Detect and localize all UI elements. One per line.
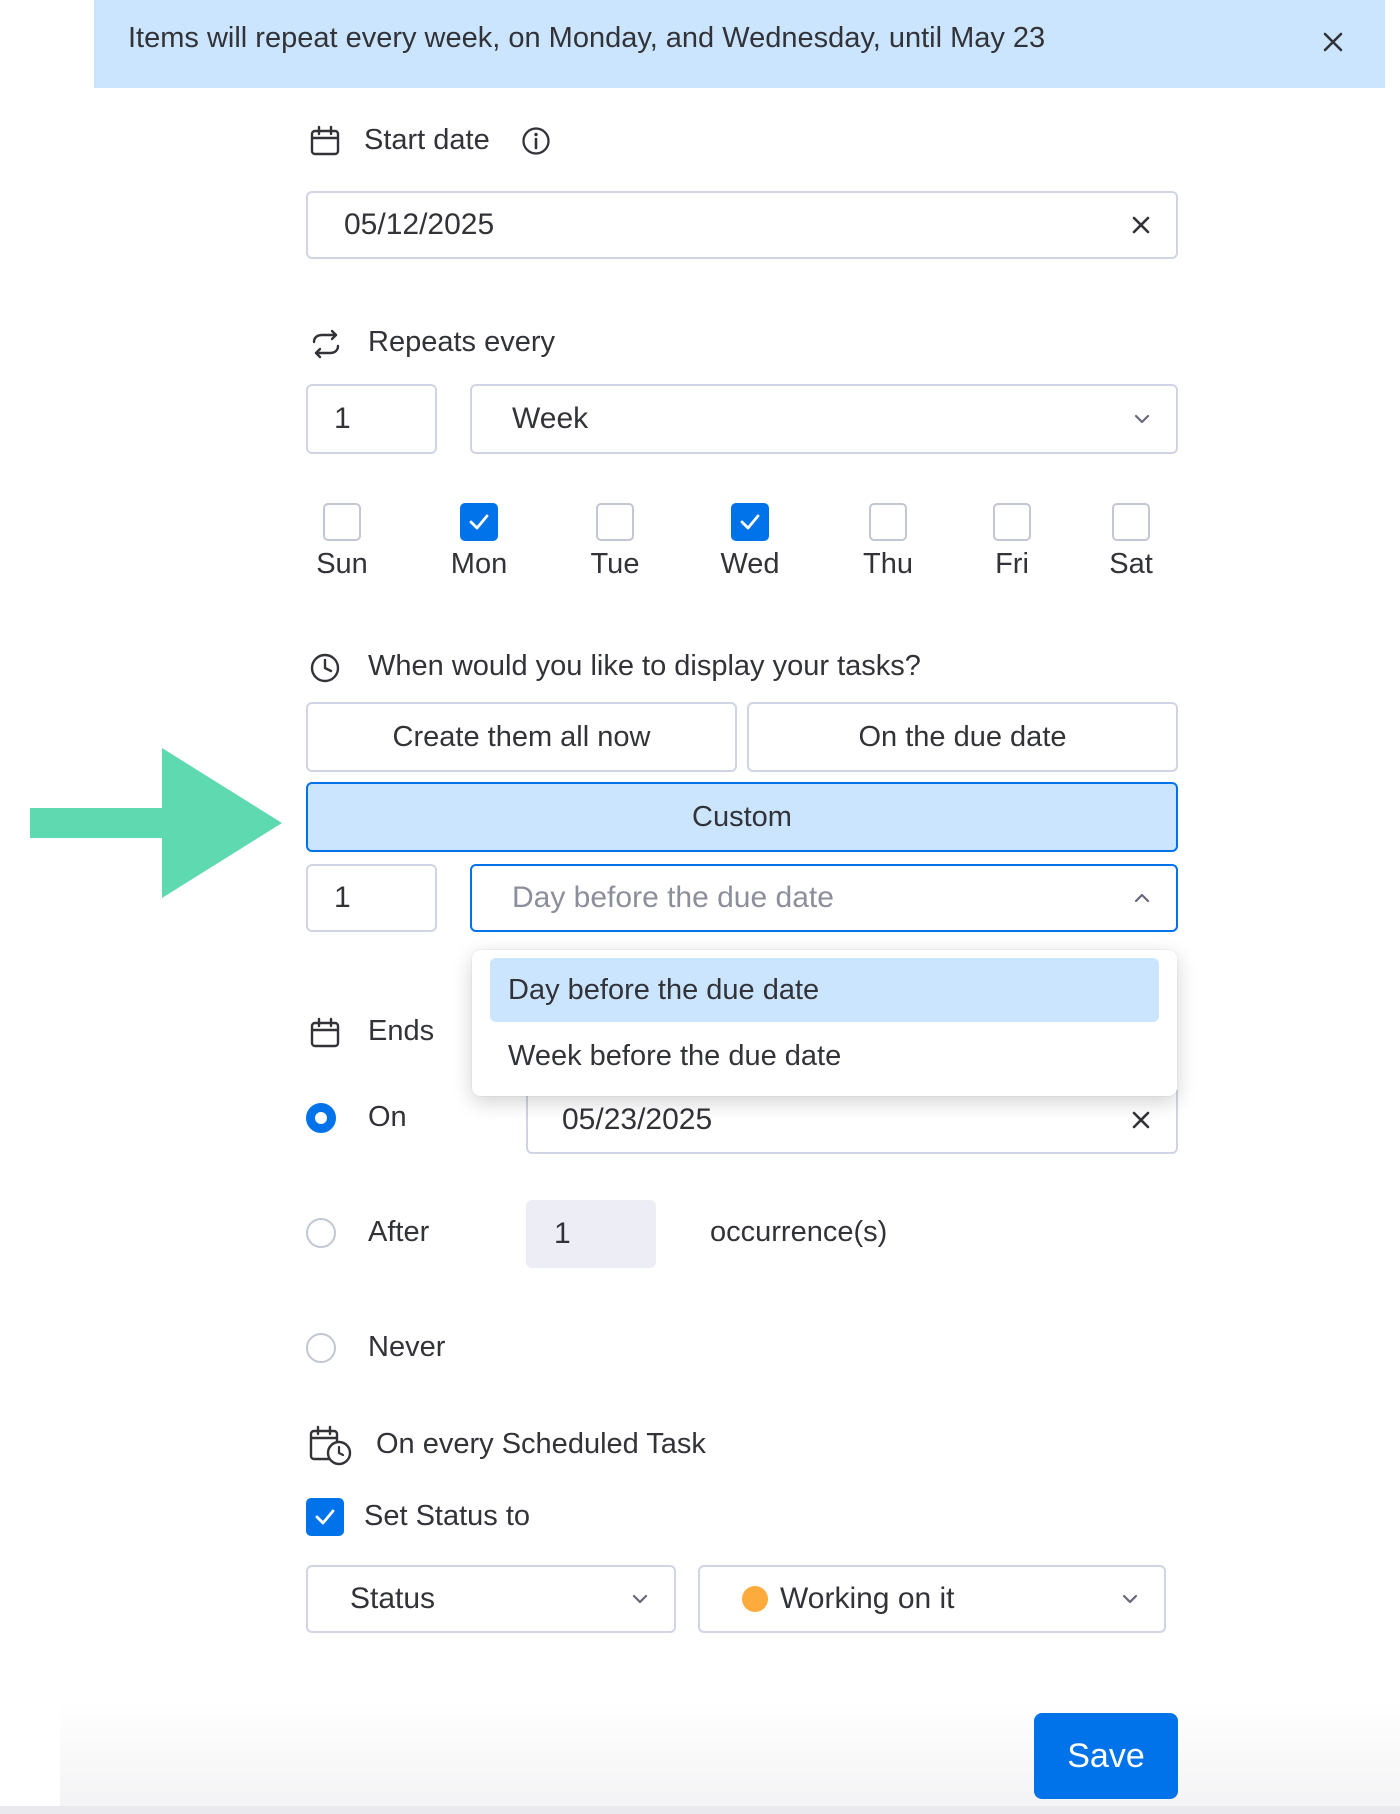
close-icon[interactable] [1315,24,1351,60]
day-checkbox-fri[interactable] [993,503,1031,541]
day-label-fri: Fri [995,548,1029,580]
checkmark-icon [740,514,760,530]
ends-never-label: Never [368,1331,446,1363]
status-column-select[interactable]: Status [306,1565,676,1633]
repeat-icon [308,327,344,361]
repeats-every-label: Repeats every [368,326,555,358]
dropdown-option-week-before[interactable]: Week before the due date [490,1024,1159,1088]
status-column-value: Status [350,1582,436,1615]
set-status-checkbox[interactable] [306,1498,344,1536]
interval-value: 1 [334,402,351,435]
day-label-tue: Tue [590,548,640,580]
day-checkbox-sat[interactable] [1112,503,1150,541]
scheduled-calendar-icon [308,1425,352,1467]
day-label-sun: Sun [316,548,368,580]
custom-unit-value: Day before the due date [512,881,834,914]
clear-icon[interactable] [1128,1107,1154,1133]
start-date-value: 05/12/2025 [344,208,495,241]
footer-fade [60,1700,1400,1814]
day-label-thu: Thu [863,548,913,580]
custom-count-value: 1 [334,881,351,914]
day-checkbox-thu[interactable] [869,503,907,541]
repeat-unit-select[interactable]: Week [470,384,1178,454]
ends-after-radio[interactable] [306,1218,336,1248]
day-label-mon: Mon [450,548,508,580]
ends-on-radio[interactable] [306,1103,336,1133]
day-label-wed: Wed [720,548,780,580]
day-checkbox-mon[interactable] [460,503,498,541]
set-status-label: Set Status to [364,1500,531,1532]
display-question: When would you like to display your task… [368,650,921,682]
info-icon[interactable] [520,125,552,157]
clock-icon [308,651,342,685]
option-custom[interactable]: Custom [306,782,1178,852]
ends-label: Ends [368,1015,435,1047]
option-on-due-date[interactable]: On the due date [747,702,1178,772]
status-color-dot [742,1586,768,1612]
day-label-sat: Sat [1109,548,1153,580]
checkmark-icon [315,1509,335,1525]
scheduled-task-label: On every Scheduled Task [376,1428,706,1460]
save-button[interactable]: Save [1034,1713,1178,1799]
ends-on-label: On [368,1101,407,1133]
day-checkbox-wed[interactable] [731,503,769,541]
interval-input[interactable]: 1 [306,384,437,454]
occurrence-count-value: 1 [554,1217,571,1250]
start-date-field[interactable]: 05/12/2025 [306,191,1178,259]
end-date-value: 05/23/2025 [562,1103,713,1136]
custom-count-input[interactable]: 1 [306,864,437,932]
option-create-all-now[interactable]: Create them all now [306,702,737,772]
day-checkbox-sun[interactable] [323,503,361,541]
chevron-down-icon [1118,1587,1142,1611]
custom-unit-dropdown-menu: Day before the due date Week before the … [472,950,1177,1096]
calendar-icon [308,124,342,158]
ends-never-radio[interactable] [306,1333,336,1363]
status-value-select[interactable]: Working on it [698,1565,1166,1633]
custom-unit-select[interactable]: Day before the due date [470,864,1178,932]
dropdown-option-day-before[interactable]: Day before the due date [490,958,1159,1022]
status-value-text: Working on it [780,1582,955,1615]
occurrences-label: occurrence(s) [710,1216,888,1248]
end-date-field[interactable]: 05/23/2025 [526,1086,1178,1154]
calendar-icon [308,1016,342,1050]
ends-after-label: After [368,1216,430,1248]
day-checkbox-tue[interactable] [596,503,634,541]
chevron-down-icon [628,1587,652,1611]
arrow-annotation-icon [30,748,282,898]
chevron-up-icon [1130,886,1154,910]
banner-text: Items will repeat every week, on Monday,… [128,22,1046,54]
occurrence-count-input[interactable]: 1 [526,1200,656,1268]
checkmark-icon [469,514,489,530]
footer-divider [0,1806,1400,1814]
repeat-unit-value: Week [512,402,589,435]
chevron-down-icon [1130,407,1154,431]
clear-icon[interactable] [1128,212,1154,238]
start-date-label: Start date [364,124,490,156]
